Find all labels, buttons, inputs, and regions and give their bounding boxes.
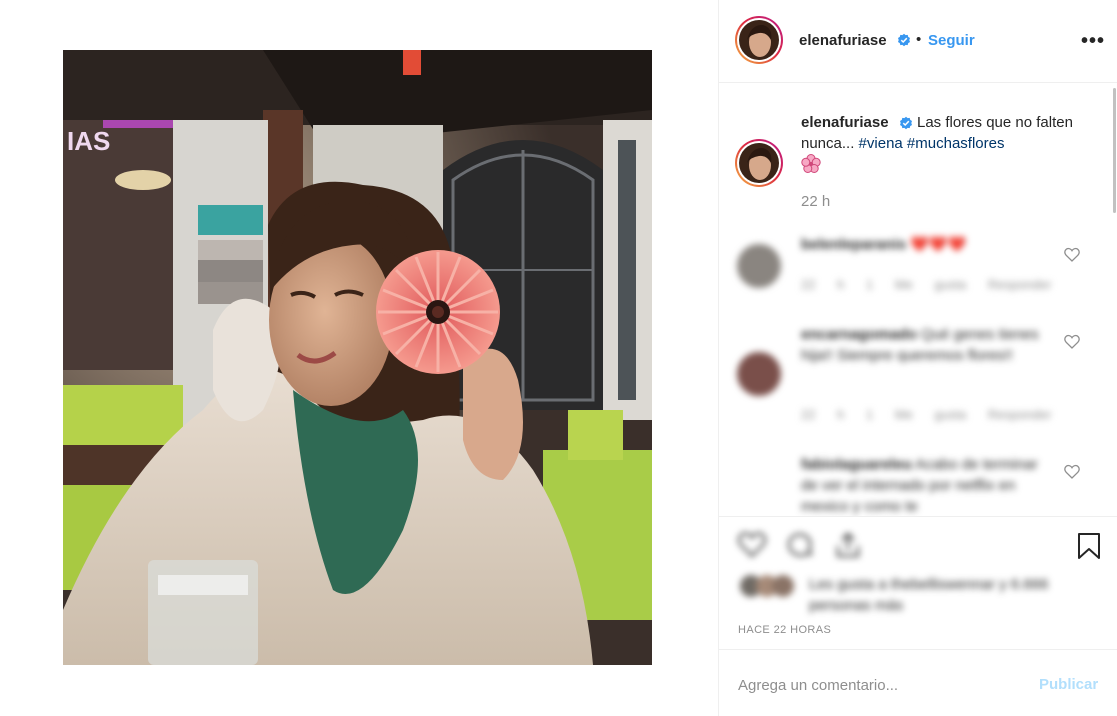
- author-avatar[interactable]: [735, 16, 783, 64]
- caption-timestamp: 22 h: [801, 193, 831, 210]
- post-header: elenafuriase • Seguir •••: [719, 0, 1117, 83]
- heart-icon[interactable]: [1064, 334, 1080, 350]
- comment-text: encarnagomado Qué genes tienes hija!! Si…: [801, 324, 1051, 366]
- follow-button[interactable]: Seguir: [928, 32, 975, 49]
- caption-text: Las flores que no falten nunca... #viena…: [801, 112, 1091, 176]
- post-photo[interactable]: IAS: [63, 50, 652, 665]
- comment-text: belenleparanis ❤️❤️❤️: [801, 234, 1051, 255]
- svg-text:IAS: IAS: [67, 126, 110, 156]
- more-options-icon[interactable]: •••: [1081, 30, 1105, 53]
- comment-meta: 22 h 1 Me gusta Responder: [801, 407, 1052, 422]
- publish-button[interactable]: Publicar: [1039, 676, 1098, 693]
- heart-icon[interactable]: [737, 530, 767, 560]
- comment-text: fabiolaguareleu Acabo de terminar de ver…: [801, 454, 1051, 516]
- commenter-avatar[interactable]: [737, 244, 781, 288]
- post-timeago: HACE 22 HORAS: [738, 624, 832, 636]
- comment-username[interactable]: encarnagomado: [801, 326, 917, 343]
- comments-section[interactable]: elenafuriase Las flores que no falten nu…: [719, 84, 1117, 517]
- add-comment-bar: Publicar: [719, 649, 1117, 716]
- heart-icon[interactable]: [1064, 247, 1080, 263]
- comment-username[interactable]: fabiolaguareleu: [801, 456, 912, 473]
- hashtag-link[interactable]: #viena: [859, 135, 903, 152]
- comment-body: ❤️❤️❤️: [910, 236, 967, 253]
- comment-meta: 22 h 1 Me gusta Responder: [801, 277, 1052, 292]
- likes-summary[interactable]: Les gusta a thebelliswennar y 6.666 pers…: [737, 574, 1077, 614]
- likers-avatars: [740, 575, 794, 597]
- author-username[interactable]: elenafuriase: [799, 32, 887, 49]
- likes-text: Les gusta a thebelliswennar y 6.666 pers…: [809, 576, 1049, 614]
- caption-avatar[interactable]: [735, 139, 783, 187]
- post-photo-image: IAS: [63, 50, 652, 665]
- share-icon[interactable]: [833, 530, 863, 560]
- comment-input[interactable]: [738, 672, 1028, 698]
- cherry-blossom-emoji: [801, 154, 821, 173]
- comment-icon[interactable]: [785, 530, 815, 560]
- instagram-post-page: IAS elenafuriase • Seguir ••• elenafuria…: [0, 0, 1117, 716]
- post-sidebar: elenafuriase • Seguir ••• elenafuriase L…: [718, 0, 1117, 716]
- hashtag-link[interactable]: #muchasflores: [907, 135, 1005, 152]
- caption-avatar-image: [739, 143, 779, 183]
- comment-username[interactable]: belenleparanis: [801, 236, 906, 253]
- verified-badge-icon: [898, 33, 910, 47]
- heart-icon[interactable]: [1064, 464, 1080, 480]
- commenter-avatar[interactable]: [737, 352, 781, 396]
- header-separator: •: [916, 31, 922, 48]
- post-actions: Les gusta a thebelliswennar y 6.666 pers…: [719, 518, 1117, 716]
- comments-scrollbar[interactable]: [1113, 88, 1116, 213]
- bookmark-icon[interactable]: [1076, 532, 1102, 560]
- author-avatar-image: [739, 20, 779, 60]
